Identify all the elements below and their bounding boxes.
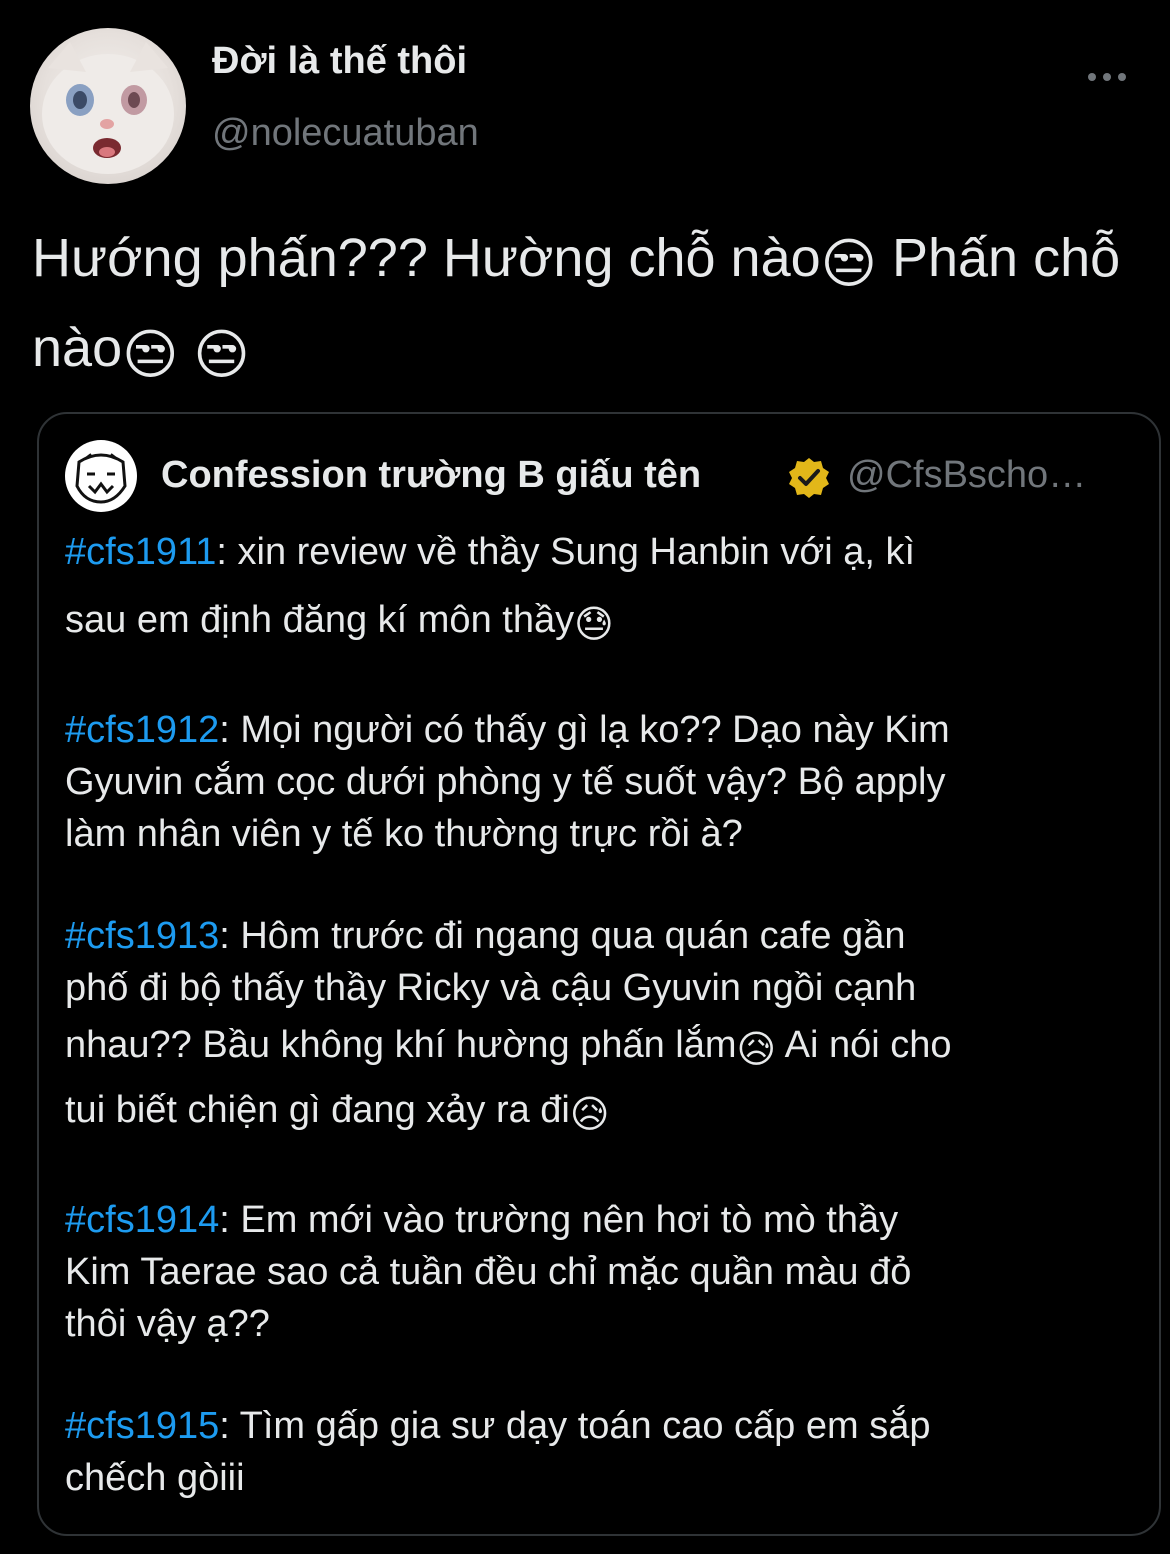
post-text: : Tìm gấp gia sư dạy toán cao cấp em sắp <box>219 1405 931 1447</box>
hashtag-link[interactable]: #cfs1911 <box>65 531 216 573</box>
post-line: làm nhân viên y tế ko thường trực rồi à? <box>65 813 743 855</box>
unamused-face-emoji: 😒 <box>122 324 179 385</box>
confession-post: #cfs1913: Hôm trước đi ngang qua quán ca… <box>65 910 1125 1144</box>
post-line: Gyuvin cắm cọc dưới phòng y tế suốt vậy?… <box>65 761 946 803</box>
post-line: Kim Taerae sao cả tuần đều chỉ mặc quần … <box>65 1251 912 1293</box>
tweet-text-segment: nào <box>32 318 123 379</box>
hashtag-link[interactable]: #cfs1913 <box>65 915 219 957</box>
post-line: #cfs1915: Tìm gấp gia sư dạy toán cao cấ… <box>65 1400 1125 1452</box>
more-options-button[interactable] <box>1080 62 1134 92</box>
post-text: : xin review về thầy Sung Hanbin với ạ, … <box>216 531 916 573</box>
post-line: nhau?? Bầu không khí hường phấn lắm😥 Ai … <box>65 1014 1125 1076</box>
confession-post: #cfs1915: Tìm gấp gia sư dạy toán cao cấ… <box>65 1400 1125 1504</box>
quoted-author-handle[interactable]: @CfsBscho… <box>847 454 1117 497</box>
author-handle[interactable]: @nolecuatuban <box>212 112 479 155</box>
author-name[interactable]: Đời là thế thôi <box>212 40 467 83</box>
tweet-text-segment: Hướng phấn??? Hường chỗ nào <box>32 228 821 288</box>
tweet-text-line: Hướng phấn??? Hường chỗ nào😒 Phấn chỗ <box>32 216 1152 306</box>
tweet-text-line: nào😒 😒 <box>32 306 1152 396</box>
post-text: sau em định đăng kí môn thầy <box>65 599 575 641</box>
sad-relieved-emoji: 😥 <box>569 1093 610 1136</box>
downcast-sweat-emoji: 😓 <box>574 603 614 646</box>
sketch-face-avatar-icon <box>67 442 135 510</box>
post-text: tui biết chiện gì đang xảy ra đi <box>65 1089 570 1131</box>
post-line: #cfs1911: xin review về thầy Sung Hanbin… <box>65 518 1125 586</box>
author-avatar[interactable] <box>30 28 186 184</box>
unamused-face-emoji: 😒 <box>820 234 877 295</box>
tweet-text: Hướng phấn??? Hường chỗ nào😒 Phấn chỗ nà… <box>32 216 1152 397</box>
sad-relieved-emoji: 😥 <box>736 1028 777 1071</box>
unamused-face-emoji: 😒 <box>193 324 250 385</box>
post-line: tui biết chiện gì đang xảy ra đi😥 <box>65 1076 1125 1144</box>
post-line: phố đi bộ thấy thầy Ricky và cậu Gyuvin … <box>65 967 917 1009</box>
quoted-author-name[interactable]: Confession trường B giấu tên <box>161 454 701 497</box>
post-line: thôi vậy ạ?? <box>65 1303 270 1345</box>
quoted-tweet-text: #cfs1911: xin review về thầy Sung Hanbin… <box>65 518 1125 1554</box>
quoted-author-avatar[interactable] <box>65 440 137 512</box>
post-text: : Hôm trước đi ngang qua quán cafe gần <box>219 915 906 957</box>
post-text: : Em mới vào trường nên hơi tò mò thầy <box>219 1199 899 1241</box>
hashtag-link[interactable]: #cfs1915 <box>65 1405 219 1447</box>
tweet: Đời là thế thôi @nolecuatuban Hướng phấn… <box>0 0 1170 1542</box>
tweet-text-segment: Phấn chỗ <box>876 228 1121 288</box>
post-text: Ai nói cho <box>776 1024 952 1066</box>
post-text: nhau?? Bầu không khí hường phấn lắm <box>65 1024 737 1066</box>
confession-post: #cfs1912: Mọi người có thấy gì lạ ko?? D… <box>65 704 1125 860</box>
post-line: #cfs1914: Em mới vào trường nên hơi tò m… <box>65 1194 1125 1246</box>
more-options-icon <box>1088 73 1126 81</box>
white-cat-avatar-icon <box>42 42 174 174</box>
confession-post: #cfs1914: Em mới vào trường nên hơi tò m… <box>65 1194 1125 1350</box>
hashtag-link[interactable]: #cfs1914 <box>65 1199 219 1241</box>
quoted-tweet[interactable]: Confession trường B giấu tên @CfsBscho… … <box>37 412 1161 1536</box>
gold-verified-badge-icon <box>787 456 831 500</box>
post-line: chếch gòiii <box>65 1457 245 1499</box>
hashtag-link[interactable]: #cfs1912 <box>65 709 219 751</box>
post-line: #cfs1912: Mọi người có thấy gì lạ ko?? D… <box>65 704 1125 756</box>
confession-post: #cfs1911: xin review về thầy Sung Hanbin… <box>65 518 1125 654</box>
post-line: #cfs1913: Hôm trước đi ngang qua quán ca… <box>65 910 1125 962</box>
post-line: sau em định đăng kí môn thầy😓 <box>65 586 1125 654</box>
post-text: : Mọi người có thấy gì lạ ko?? Dạo này K… <box>219 709 950 751</box>
